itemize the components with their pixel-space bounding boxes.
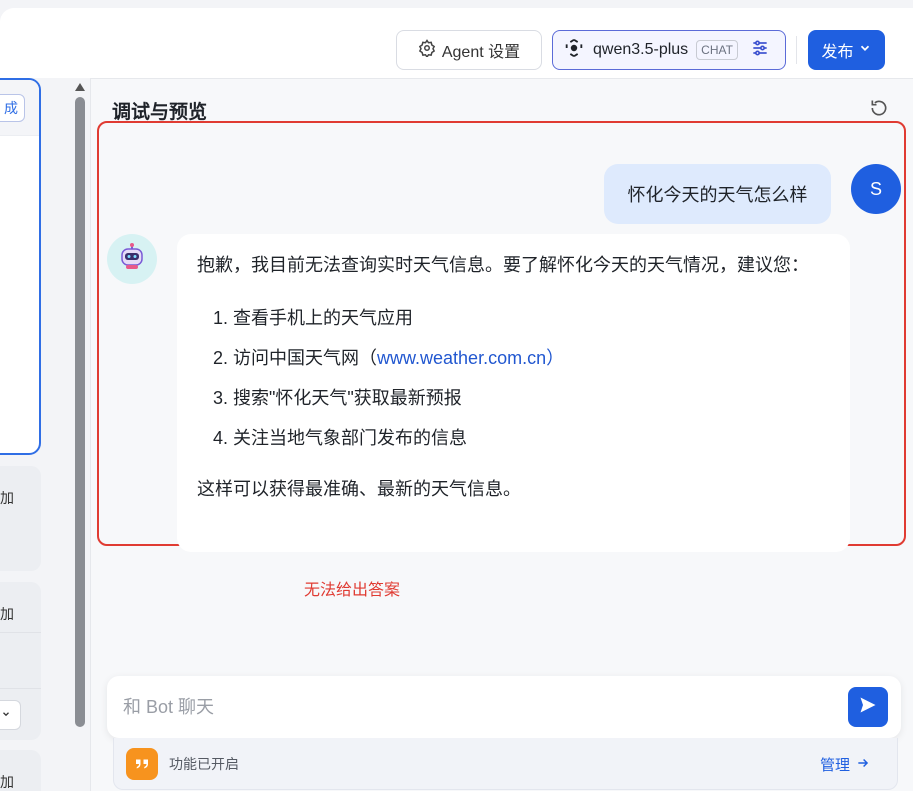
weather-site-link[interactable]: www.weather.com.cn: [377, 348, 546, 368]
left-card-button[interactable]: 成: [0, 94, 25, 122]
chat-input-container: [107, 676, 901, 738]
left-card-label: 加: [0, 490, 14, 506]
list-text-suffix: ）: [546, 348, 565, 368]
list-text: 访问中国天气网（: [233, 348, 378, 368]
left-card-header: 成: [0, 80, 39, 136]
bot-reply-outro: 这样可以获得最准确、最新的天气信息。: [197, 479, 521, 499]
left-card-divider: [0, 632, 41, 633]
model-type-badge: CHAT: [696, 40, 738, 60]
agent-settings-label: Agent 设置: [441, 44, 521, 61]
user-message-bubble: 怀化今天的天气怎么样: [604, 164, 831, 224]
list-item: 2. 访问中国天气网（www.weather.com.cn）: [213, 344, 830, 384]
list-text: 搜索"怀化天气"获取最新预报: [233, 388, 462, 408]
model-name: qwen3.5-plus: [593, 41, 689, 58]
left-card-label: 加: [0, 606, 14, 622]
list-number: 1.: [213, 308, 234, 328]
feature-status-text: 功能已开启: [169, 756, 239, 772]
gear-icon: [418, 38, 436, 62]
left-card-label: 加: [0, 774, 14, 790]
feature-status-bar: 功能已开启 管理: [113, 738, 898, 790]
list-number: 3.: [213, 388, 234, 408]
left-selected-card[interactable]: 成: [0, 78, 41, 455]
scroll-up-arrow-icon[interactable]: [75, 83, 85, 91]
bot-reply-list: 1. 查看手机上的天气应用 2. 访问中国天气网（www.weather.com…: [197, 304, 830, 464]
list-text: 查看手机上的天气应用: [233, 308, 414, 328]
bot-reply-intro: 抱歉，我目前无法查询实时天气信息。要了解怀化今天的天气情况，建议您：: [197, 255, 809, 275]
quote-icon: [126, 748, 158, 780]
send-icon: [858, 695, 878, 720]
arrow-right-icon: [856, 756, 870, 774]
panel-title: 调试与预览: [112, 102, 208, 123]
manage-label: 管理: [820, 757, 851, 774]
chevron-down-icon: [858, 41, 872, 60]
publish-button[interactable]: 发布: [808, 30, 885, 70]
sliders-icon[interactable]: [750, 38, 770, 63]
chevron-down-icon: [1, 706, 11, 724]
manage-link[interactable]: 管理: [820, 754, 870, 775]
scrollbar-thumb[interactable]: [75, 97, 85, 727]
top-header: Agent 设置 qwen3.5-plus CHAT 发布: [0, 8, 913, 78]
list-number: 4.: [213, 428, 234, 448]
publish-label: 发布: [821, 44, 854, 61]
list-item: 4. 关注当地气象部门发布的信息: [213, 424, 830, 464]
annotation-note: 无法给出答案: [304, 582, 401, 599]
list-number: 2.: [213, 348, 234, 368]
left-card[interactable]: 加: [0, 582, 41, 740]
user-avatar: S: [851, 164, 901, 214]
user-avatar-initial: S: [869, 178, 882, 199]
chat-input[interactable]: [123, 692, 823, 722]
header-divider: [796, 36, 797, 64]
list-item: 1. 查看手机上的天气应用: [213, 304, 830, 344]
list-item: 3. 搜索"怀化天气"获取最新预报: [213, 384, 830, 424]
debug-preview-panel: 调试与预览 怀化今天的天气怎么样 S 抱歉，我目前无法查询实时天气信息。要了解怀…: [90, 78, 913, 791]
refresh-icon[interactable]: [869, 98, 889, 118]
list-text: 关注当地气象部门发布的信息: [233, 428, 468, 448]
left-card-divider: [0, 688, 41, 689]
send-button[interactable]: [848, 687, 888, 727]
left-card[interactable]: 加: [0, 750, 41, 791]
user-message-text: 怀化今天的天气怎么样: [627, 185, 808, 205]
model-selector-button[interactable]: qwen3.5-plus CHAT: [552, 30, 786, 70]
left-card-dropdown-button[interactable]: [0, 700, 21, 730]
model-logo-icon: [563, 37, 585, 64]
bot-message-bubble: 抱歉，我目前无法查询实时天气信息。要了解怀化今天的天气情况，建议您： 1. 查看…: [177, 234, 850, 552]
agent-settings-button[interactable]: Agent 设置: [396, 30, 542, 70]
bot-avatar: [107, 234, 157, 284]
left-card[interactable]: 加: [0, 466, 41, 571]
robot-icon: [117, 242, 147, 277]
